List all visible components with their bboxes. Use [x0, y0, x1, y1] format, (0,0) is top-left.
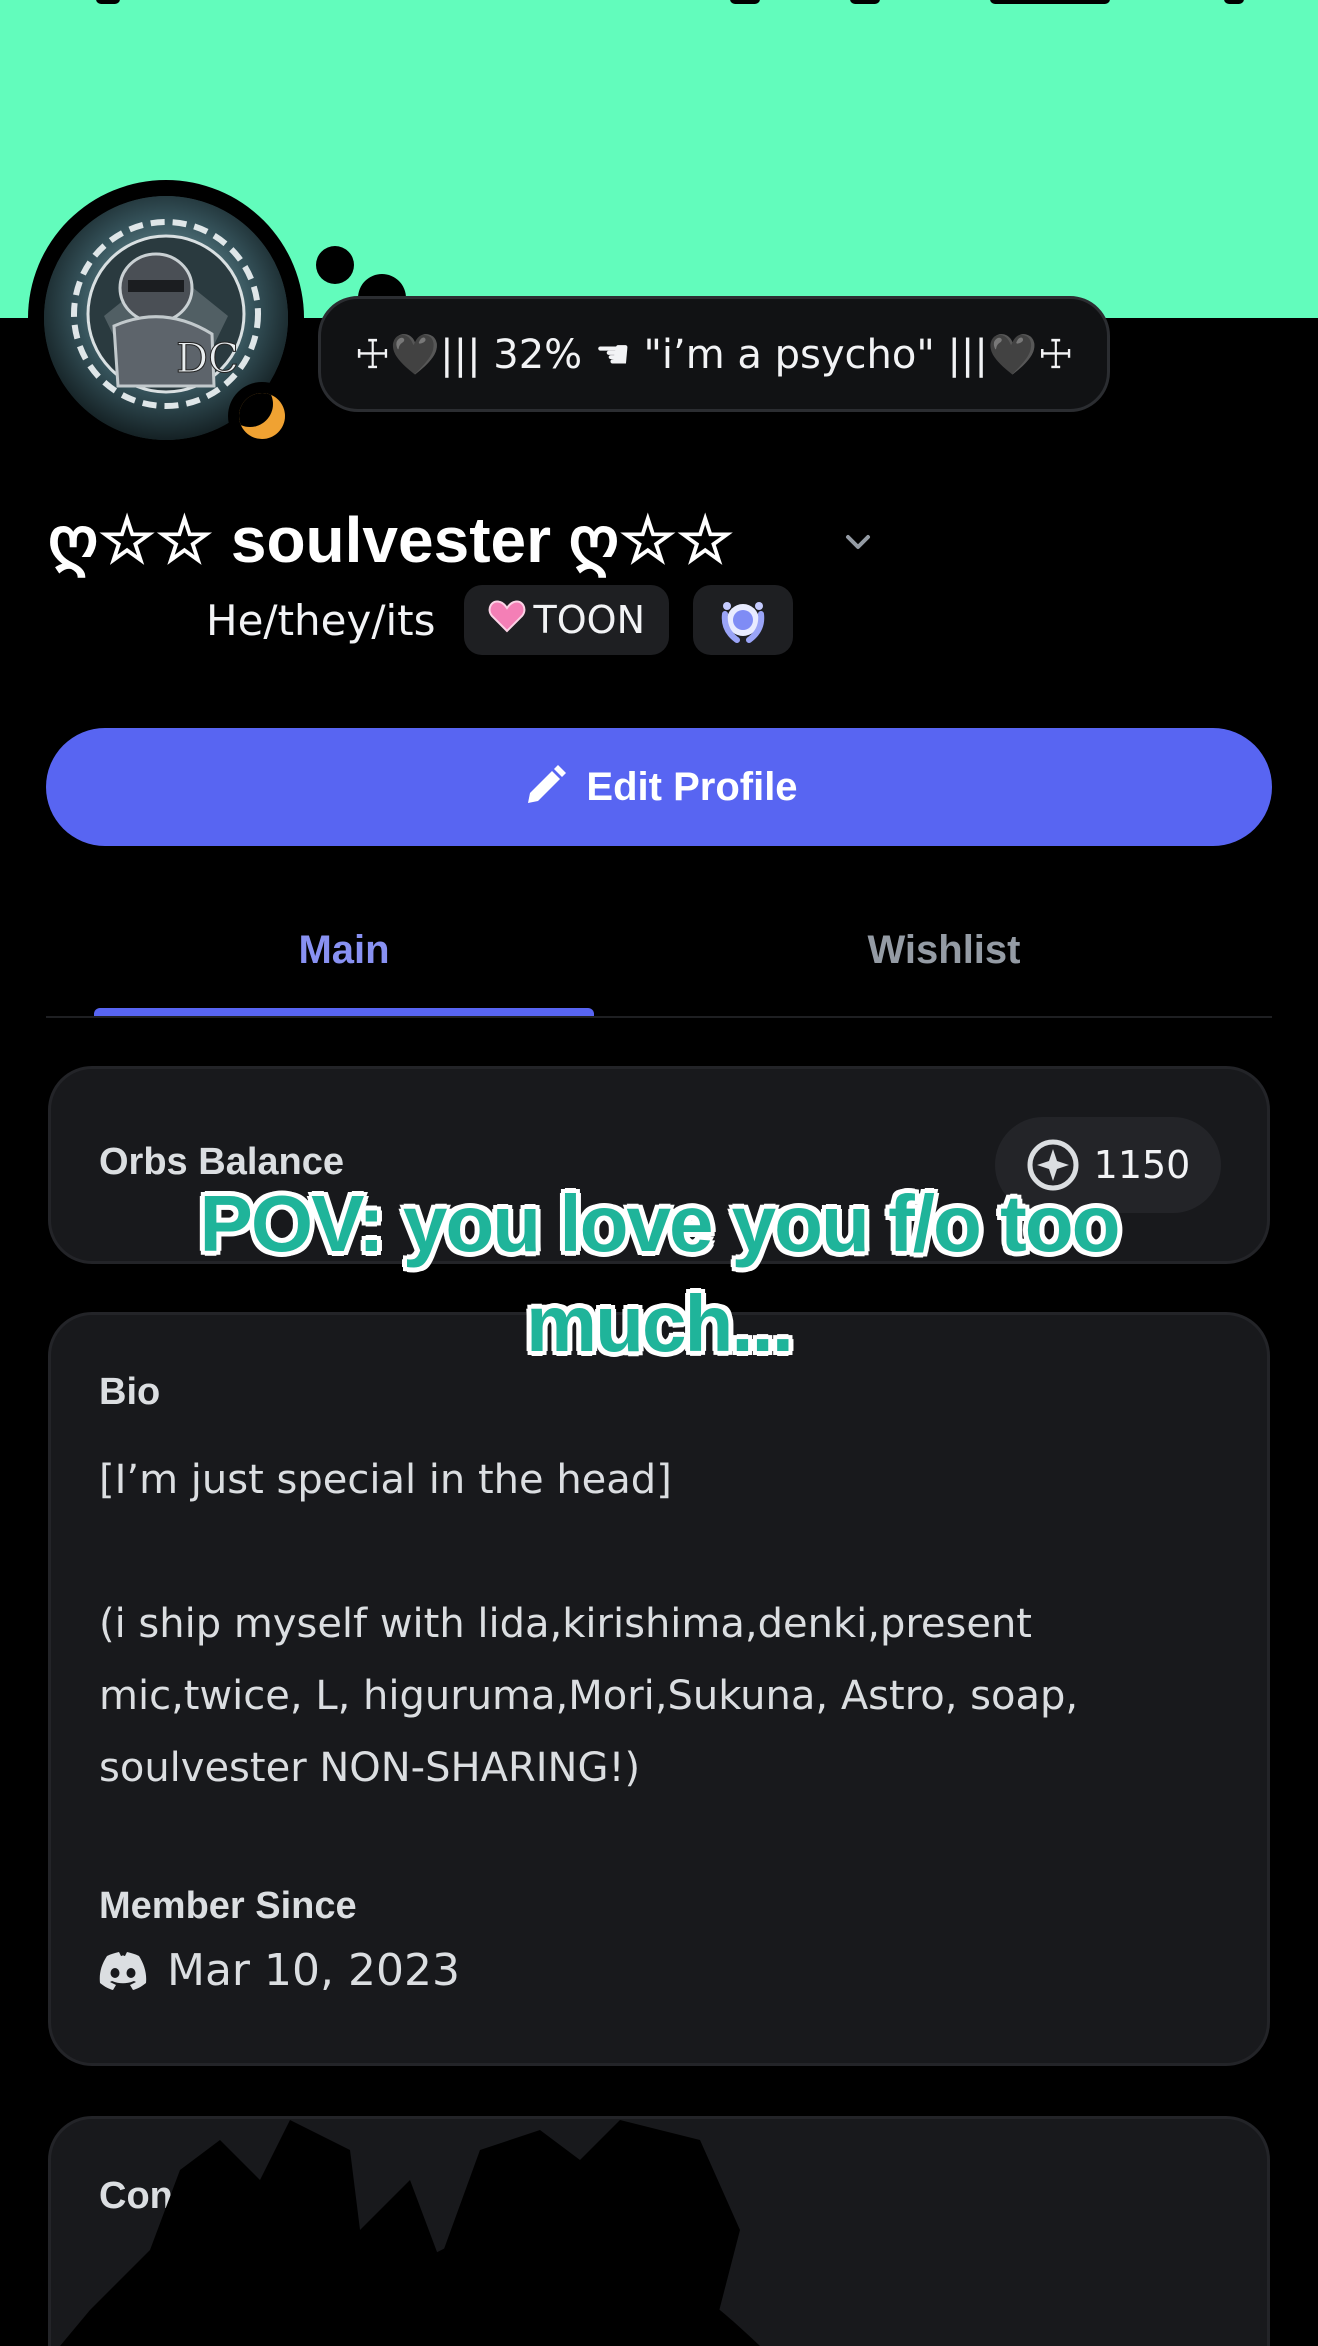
- custom-status-bubble[interactable]: ☩🖤||| 32% ☚ "i’m a psycho" |||🖤☩: [318, 296, 1110, 412]
- laurel-badge-icon: [721, 602, 765, 643]
- redaction-scribble: [60, 2120, 760, 2346]
- member-since-heading: Member Since: [99, 1885, 357, 1927]
- profile-tabs: Main Wishlist: [46, 900, 1272, 1018]
- overlay-caption: POV: you love you f/o too much...: [0, 1174, 1318, 1374]
- chevron-down-icon[interactable]: [838, 522, 878, 562]
- profile-page: DC ☩🖤||| 32% ☚ "i’m a psycho" |||🖤☩ ღ☆☆ …: [0, 0, 1318, 2346]
- pronouns-row: He/they/its TOON: [48, 584, 817, 656]
- profile-badge[interactable]: [693, 585, 793, 655]
- pencil-icon: [528, 765, 567, 803]
- active-tab-indicator: [94, 1008, 594, 1016]
- display-name: ღ☆☆ soulvester ღ☆☆: [48, 503, 734, 576]
- banner-decoration: [0, 0, 1318, 6]
- bio-heading: Bio: [99, 1371, 161, 1413]
- overlay-caption-line: much...: [525, 1279, 794, 1368]
- svg-text:DC: DC: [176, 336, 239, 382]
- tab-main[interactable]: Main: [94, 900, 594, 1000]
- custom-status-text: ☩🖤||| 32% ☚ "i’m a psycho" |||🖤☩: [354, 331, 1074, 378]
- bio-line: [I’m just special in the head]: [99, 1457, 672, 1503]
- pronouns: He/they/its: [206, 595, 436, 645]
- pink-heart-icon: [488, 599, 526, 642]
- member-since-row: Mar 10, 2023: [99, 1945, 460, 1996]
- server-tag[interactable]: TOON: [463, 585, 669, 655]
- server-tag-label: TOON: [533, 598, 645, 642]
- bio-card: Bio [I’m just special in the head] (i sh…: [48, 1312, 1270, 2066]
- edit-profile-label: Edit Profile: [586, 764, 798, 809]
- bio-line: mic,twice, L, higuruma,Mori,Sukuna, Astr…: [99, 1673, 1079, 1719]
- member-since-date: Mar 10, 2023: [167, 1945, 460, 1996]
- idle-moon-icon: [239, 393, 285, 439]
- tab-wishlist[interactable]: Wishlist: [694, 900, 1194, 1000]
- overlay-caption-line: POV: you love you f/o too: [199, 1179, 1121, 1268]
- discord-icon: [99, 1951, 147, 1990]
- edit-profile-button[interactable]: Edit Profile: [46, 728, 1272, 846]
- bio-line: soulvester NON-SHARING!): [99, 1745, 641, 1791]
- bio-line: (i ship myself with lida,kirishima,denki…: [99, 1601, 1032, 1647]
- status-indicator: [228, 382, 296, 450]
- thought-bubble-dot: [316, 246, 354, 284]
